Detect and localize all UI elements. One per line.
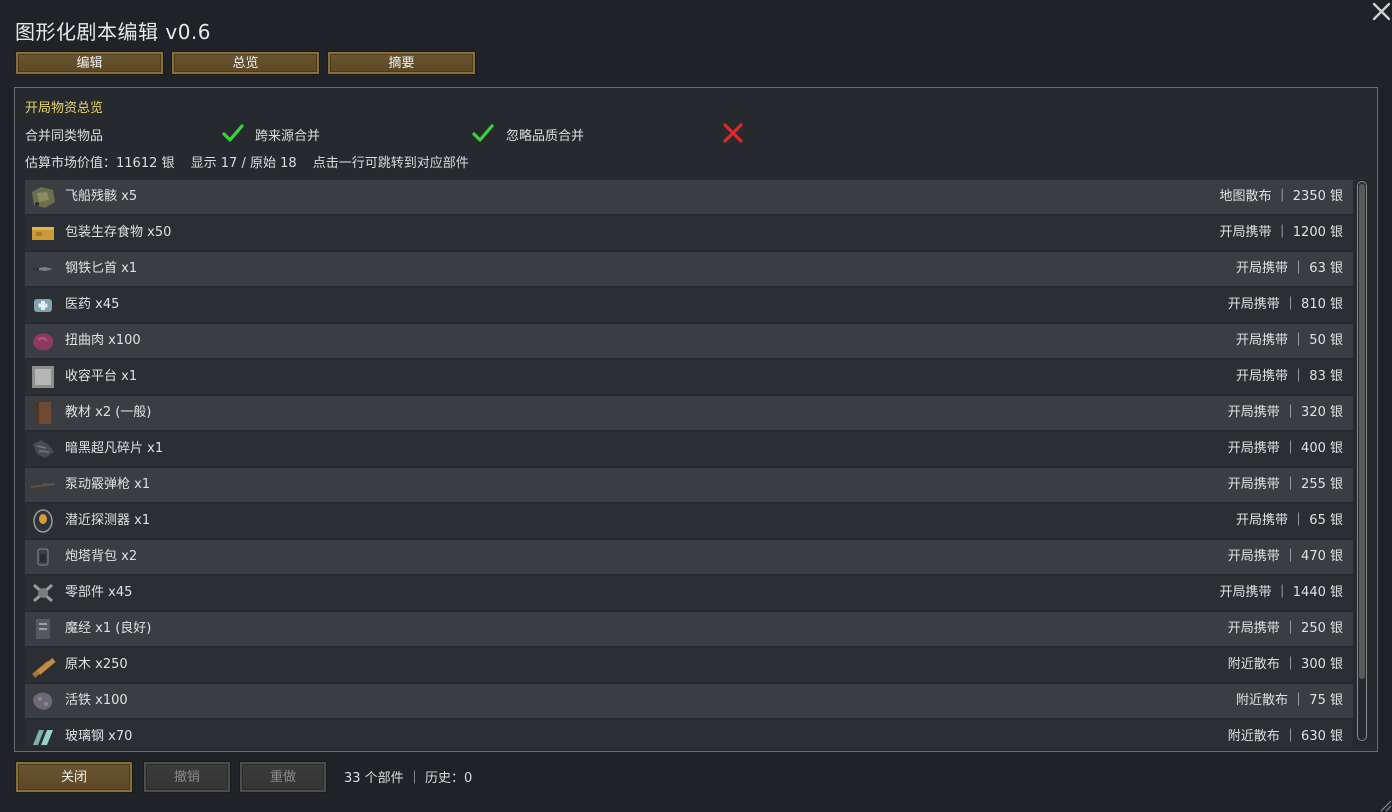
- item-row[interactable]: 包装生存食物 x50 开局携带 ｜ 1200 银: [25, 216, 1353, 250]
- item-name: 收容平台 x1: [65, 369, 138, 384]
- item-row[interactable]: 炮塔背包 x2 开局携带 ｜ 470 银: [25, 540, 1353, 574]
- item-name: 暗黑超凡碎片 x1: [65, 441, 164, 456]
- twisted-meat-icon: [33, 333, 54, 351]
- turret-pack-icon: [37, 548, 49, 566]
- item-name: 零部件 x45: [65, 585, 133, 600]
- close-icon[interactable]: [1370, 0, 1392, 22]
- row-hint: 点击一行可跳转到对应部件: [312, 156, 469, 171]
- item-name: 医药 x45: [65, 297, 120, 312]
- item-row[interactable]: 活铁 x100 附近散布 ｜ 75 银: [25, 684, 1353, 718]
- item-name: 教材 x2 (一般): [65, 405, 152, 420]
- item-row[interactable]: 钢铁匕首 x1 开局携带 ｜ 63 银: [25, 252, 1353, 286]
- item-meta: 开局携带 ｜ 810 银: [1227, 297, 1343, 312]
- item-name: 原木 x250: [65, 657, 128, 672]
- item-meta: 附近散布 ｜ 300 银: [1227, 657, 1343, 672]
- item-meta: 附近散布 ｜ 630 银: [1227, 729, 1343, 744]
- item-meta: 开局携带 ｜ 1200 银: [1219, 225, 1343, 240]
- tab-edit[interactable]: 编辑: [15, 51, 164, 75]
- item-meta: 地图散布 ｜ 2350 银: [1219, 189, 1343, 204]
- item-row[interactable]: 医药 x45 开局携带 ｜ 810 银: [25, 288, 1353, 322]
- item-name: 包装生存食物 x50: [65, 225, 172, 240]
- item-meta: 开局携带 ｜ 250 银: [1227, 621, 1343, 636]
- item-name: 炮塔背包 x2: [65, 549, 138, 564]
- item-meta: 开局携带 ｜ 400 银: [1227, 441, 1343, 456]
- item-list: 飞船残骸 x5 地图散布 ｜ 2350 银 包装生存食物 x50 开局携带 ｜ …: [25, 180, 1353, 747]
- item-row[interactable]: 暗黑超凡碎片 x1 开局携带 ｜ 400 银: [25, 432, 1353, 466]
- ignore-quality-cross-icon[interactable]: [721, 121, 745, 145]
- item-meta: 开局携带 ｜ 470 银: [1227, 549, 1343, 564]
- tab-summary[interactable]: 摘要: [327, 51, 476, 75]
- shown-count: 显示 17 / 原始 18: [190, 156, 297, 171]
- item-name: 玻璃钢 x70: [65, 729, 133, 744]
- item-meta: 开局携带 ｜ 63 银: [1236, 261, 1343, 276]
- item-meta: 开局携带 ｜ 1440 银: [1219, 585, 1343, 600]
- item-row[interactable]: 收容平台 x1 开局携带 ｜ 83 银: [25, 360, 1353, 394]
- cross-source-check-icon[interactable]: [471, 121, 495, 145]
- item-meta: 开局携带 ｜ 65 银: [1236, 513, 1343, 528]
- editor-window: 图形化剧本编辑 v0.6 编辑 总览 摘要 开局物资总览 合并同类物品 跨来源合…: [0, 0, 1392, 812]
- cross-source-label: 跨来源合并: [255, 129, 321, 144]
- merge-same-label: 合并同类物品: [25, 129, 104, 144]
- detector-icon: [33, 509, 53, 533]
- overview-panel: 开局物资总览 合并同类物品 跨来源合并 忽略品质合并 估算市场价值：11612 …: [14, 87, 1378, 752]
- shotgun-icon: [31, 483, 55, 488]
- item-row[interactable]: 泵动霰弹枪 x1 开局携带 ｜ 255 银: [25, 468, 1353, 502]
- list-scrollbar[interactable]: [1357, 181, 1367, 741]
- item-name: 扭曲肉 x100: [65, 333, 141, 348]
- survival-meal-icon: [32, 227, 54, 240]
- item-row[interactable]: 玻璃钢 x70 附近散布 ｜ 630 银: [25, 720, 1353, 747]
- item-row[interactable]: 零部件 x45 开局携带 ｜ 1440 银: [25, 576, 1353, 610]
- item-row[interactable]: 扭曲肉 x100 开局携带 ｜ 50 银: [25, 324, 1353, 358]
- scroll-thumb[interactable]: [1359, 184, 1365, 679]
- bioferrite-icon: [33, 692, 53, 710]
- resize-grip-icon[interactable]: [1378, 798, 1392, 812]
- redo-button[interactable]: 重做: [239, 761, 327, 793]
- item-row[interactable]: 原木 x250 附近散布 ｜ 300 银: [25, 648, 1353, 682]
- merge-same-check-icon[interactable]: [221, 121, 245, 145]
- medicine-icon: [34, 299, 52, 312]
- window-title: 图形化剧本编辑 v0.6: [15, 20, 211, 44]
- knife-icon: [33, 267, 53, 271]
- item-name: 潜近探测器 x1: [65, 513, 151, 528]
- ignore-quality-label: 忽略品质合并: [506, 129, 585, 144]
- market-value: 估算市场价值：11612 银: [25, 156, 175, 171]
- components-icon: [33, 583, 53, 603]
- shard-icon: [33, 440, 54, 458]
- item-meta: 开局携带 ｜ 50 银: [1236, 333, 1343, 348]
- book-icon: [36, 402, 51, 424]
- wood-log-icon: [32, 658, 56, 678]
- item-row[interactable]: 潜近探测器 x1 开局携带 ｜ 65 银: [25, 504, 1353, 538]
- item-name: 活铁 x100: [65, 693, 128, 708]
- holding-platform-icon: [32, 366, 54, 388]
- item-meta: 开局携带 ｜ 320 银: [1227, 405, 1343, 420]
- item-name: 钢铁匕首 x1: [65, 261, 138, 276]
- glitterworld-steel-icon: [33, 730, 53, 745]
- tome-icon: [36, 619, 50, 639]
- item-name: 泵动霰弹枪 x1: [65, 477, 151, 492]
- summary-line: 估算市场价值：11612 银 显示 17 / 原始 18 点击一行可跳转到对应部…: [25, 152, 481, 171]
- undo-button[interactable]: 撤销: [143, 761, 231, 793]
- item-row[interactable]: 魔经 x1 (良好) 开局携带 ｜ 250 银: [25, 612, 1353, 646]
- item-name: 魔经 x1 (良好): [65, 621, 152, 636]
- item-meta: 开局携带 ｜ 83 银: [1236, 369, 1343, 384]
- section-title: 开局物资总览: [25, 101, 104, 116]
- tab-overview[interactable]: 总览: [171, 51, 320, 75]
- item-name: 飞船残骸 x5: [65, 189, 138, 204]
- item-meta: 开局携带 ｜ 255 银: [1227, 477, 1343, 492]
- ship-chunk-icon: [32, 187, 55, 208]
- item-row[interactable]: 飞船残骸 x5 地图散布 ｜ 2350 银: [25, 180, 1353, 214]
- item-row[interactable]: 教材 x2 (一般) 开局携带 ｜ 320 银: [25, 396, 1353, 430]
- item-meta: 附近散布 ｜ 75 银: [1236, 693, 1343, 708]
- footer-status: 33 个部件 ｜ 历史：0: [344, 771, 473, 786]
- close-button[interactable]: 关闭: [15, 761, 133, 793]
